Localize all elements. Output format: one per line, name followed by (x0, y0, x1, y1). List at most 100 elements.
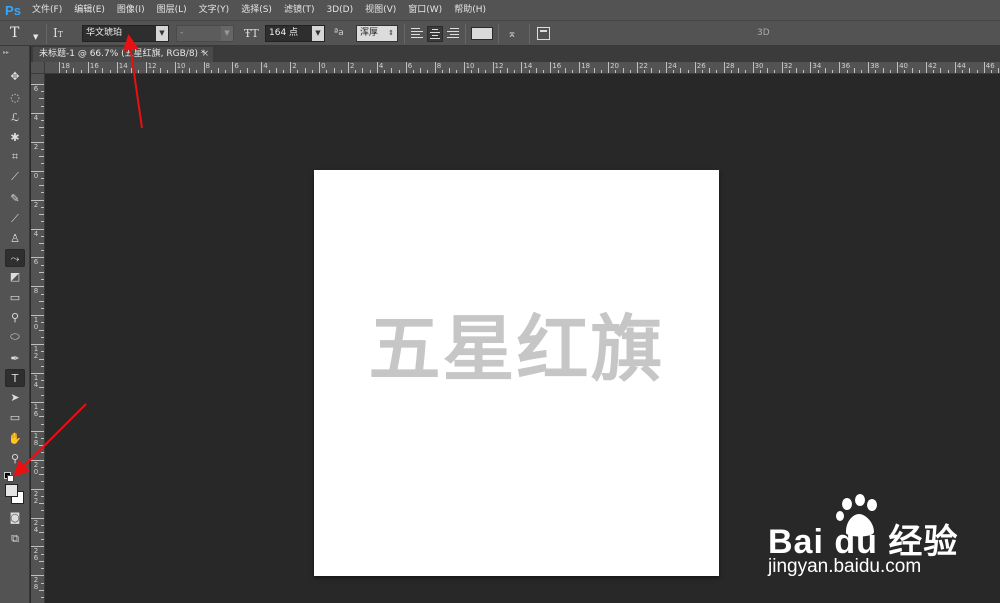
font-style-select[interactable]: - ▼ (176, 25, 234, 42)
ruler-tick (991, 70, 993, 73)
menu-3d[interactable]: 3D(D) (320, 0, 359, 20)
ruler-tick (41, 568, 44, 570)
ruler-label: 22 (639, 62, 648, 70)
text-color-swatch[interactable] (471, 27, 493, 40)
ruler-tick (239, 70, 241, 73)
menu-select[interactable]: 选择(S) (235, 0, 278, 20)
align-right-button[interactable] (445, 26, 461, 42)
menu-view[interactable]: 视图(V) (359, 0, 402, 20)
chevron-down-icon: ▼ (221, 26, 233, 41)
menu-image[interactable]: 图像(I) (111, 0, 151, 20)
ruler-label: 4 (33, 113, 39, 122)
ruler-tick (80, 70, 82, 73)
ruler-tick (41, 264, 44, 266)
ruler-tick (846, 70, 848, 73)
zoom-tool-icon[interactable]: ⚲ (5, 450, 25, 468)
menu-type[interactable]: 文字(Y) (193, 0, 236, 20)
blur-tool-icon[interactable]: ⚲ (5, 309, 25, 327)
ruler-tick (803, 70, 805, 73)
3d-button[interactable]: 3D (757, 25, 777, 42)
eyedropper-tool-icon[interactable]: ⟋ (5, 168, 25, 186)
type-tool-icon[interactable]: T (5, 369, 25, 387)
ruler-tick (369, 70, 371, 73)
canvas-text-layer[interactable]: 五星红旗 (314, 308, 719, 390)
path-selection-tool-icon[interactable]: ➤ (5, 389, 25, 407)
ruler-label: 16 (89, 62, 99, 70)
menu-edit[interactable]: 编辑(E) (68, 0, 111, 20)
ruler-tick (983, 62, 985, 73)
ruler-label: 44 (956, 62, 966, 70)
ruler-tick (31, 141, 44, 143)
ruler-tick (629, 70, 631, 73)
clone-stamp-tool-icon[interactable]: ♙ (5, 230, 25, 248)
align-left-button[interactable] (409, 26, 425, 42)
gradient-tool-icon[interactable]: ▭ (5, 289, 25, 307)
document-canvas[interactable]: 五星红旗 (314, 170, 719, 576)
magic-wand-tool-icon[interactable]: ✱ (5, 129, 25, 147)
healing-brush-tool-icon[interactable]: ✎ (5, 190, 25, 208)
ruler-origin[interactable] (31, 62, 45, 74)
menu-file[interactable]: 文件(F) (26, 0, 68, 20)
text-orientation-icon[interactable]: IT (53, 25, 73, 42)
pen-tool-icon[interactable]: ✒ (5, 350, 25, 368)
shape-tool-icon[interactable]: ▭ (5, 409, 25, 427)
chevron-down-icon: ▼ (312, 26, 324, 41)
document-tab[interactable]: 未标题-1 @ 66.7% (五星红旗, RGB/8) * × (33, 47, 213, 62)
ruler-tick (709, 68, 711, 73)
ruler-tick (31, 315, 44, 317)
eraser-tool-icon[interactable]: ◩ (5, 268, 25, 286)
align-center-button[interactable] (427, 26, 443, 42)
warp-text-icon[interactable]: ⌅ (504, 25, 520, 42)
ruler-label: 10 (176, 62, 186, 70)
font-size-select[interactable]: 164 点 ▼ (265, 25, 325, 42)
menu-window[interactable]: 窗口(W) (402, 0, 448, 20)
marquee-tool-icon[interactable]: ◌ (5, 89, 25, 107)
antialias-select[interactable]: 浑厚 ⇕ (356, 25, 398, 42)
ruler-tick (41, 149, 44, 151)
quick-mask-icon[interactable]: ◙ (5, 509, 25, 527)
ruler-label: 34 (812, 62, 822, 70)
ruler-tick (449, 68, 451, 73)
ruler-tick (138, 70, 140, 73)
vertical-ruler[interactable]: 642024681 01 21 41 61 82 02 22 42 62 8 (31, 74, 45, 603)
divider (404, 24, 405, 44)
history-brush-tool-icon[interactable]: ⤳ (5, 249, 25, 267)
menu-layer[interactable]: 图层(L) (151, 0, 193, 20)
ruler-tick (275, 68, 277, 73)
horizontal-ruler[interactable]: 18 16 14 12 10 8 6 4 2 0 2 4 6 8 10 12 14 16 18 20 22 24 26 28 3… (45, 62, 1000, 74)
ruler-tick (622, 68, 624, 73)
font-family-select[interactable]: 华文琥珀 ▼ (82, 25, 169, 42)
ruler-tick (41, 582, 44, 584)
default-colors-icon[interactable] (4, 472, 14, 482)
screen-mode-icon[interactable]: ⧉ (5, 530, 25, 548)
ruler-tick (66, 70, 68, 73)
dodge-tool-icon[interactable]: ⬭ (5, 328, 25, 346)
brush-tool-icon[interactable]: ⟋ (5, 210, 25, 228)
ruler-tick (41, 452, 44, 454)
ruler-tick (738, 68, 740, 73)
crop-tool-icon[interactable]: ⌗ (5, 148, 25, 166)
ruler-tick (319, 62, 321, 73)
ruler-tick (355, 70, 357, 73)
ruler-tick (593, 68, 595, 73)
ruler-tick (564, 68, 566, 73)
lasso-tool-icon[interactable]: ℒ (5, 109, 25, 127)
foreground-color-swatch[interactable] (5, 484, 18, 497)
ruler-tick (160, 68, 162, 73)
tool-preset-picker[interactable]: T ▼ (10, 25, 44, 42)
menu-help[interactable]: 帮助(H) (448, 0, 492, 20)
ruler-tick (87, 62, 89, 73)
ruler-tick (875, 70, 877, 73)
character-panel-icon[interactable] (537, 27, 550, 40)
ruler-tick (31, 488, 44, 490)
ruler-tick (716, 70, 718, 73)
move-tool-icon[interactable]: ✥ (5, 68, 25, 86)
ruler-tick (124, 70, 126, 73)
hand-tool-icon[interactable]: ✋ (5, 430, 25, 448)
close-icon[interactable]: × (201, 47, 209, 62)
tools-panel: ▸▸ ✥ ◌ ℒ ✱ ⌗ ⟋ ✎ ⟋ ♙ ⤳ ◩ ▭ ⚲ ⬭ ✒ T ➤ ▭ ✋… (0, 46, 30, 603)
ruler-tick (41, 91, 44, 93)
ruler-label: 2 (33, 200, 39, 209)
menu-filter[interactable]: 滤镜(T) (278, 0, 321, 20)
ruler-tick (268, 70, 270, 73)
